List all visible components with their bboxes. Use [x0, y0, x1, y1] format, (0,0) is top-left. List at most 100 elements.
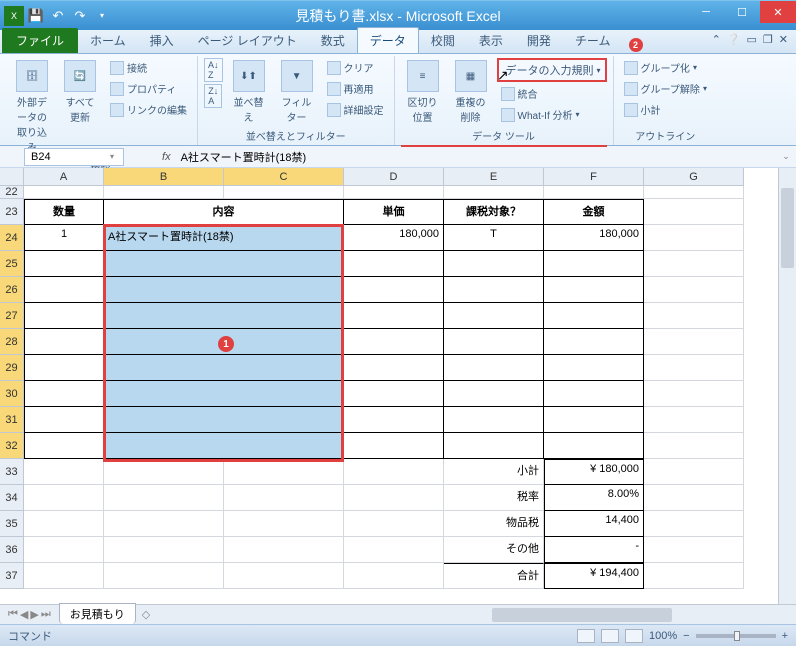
cell[interactable]: [344, 563, 444, 589]
vertical-scrollbar[interactable]: [778, 168, 796, 604]
cell[interactable]: 合計: [444, 563, 544, 589]
column-header-E[interactable]: E: [444, 168, 544, 186]
cell[interactable]: 14,400: [544, 511, 644, 537]
row-header-22[interactable]: 22: [0, 186, 24, 199]
cell[interactable]: 小計: [444, 459, 544, 485]
row-header-23[interactable]: 23: [0, 199, 24, 225]
cell[interactable]: [24, 355, 104, 381]
cell[interactable]: [344, 355, 444, 381]
cell[interactable]: [444, 381, 544, 407]
advanced-button[interactable]: 詳細設定: [323, 100, 388, 119]
cell[interactable]: [544, 329, 644, 355]
tab-data[interactable]: データ: [357, 27, 419, 53]
column-header-C[interactable]: C: [224, 168, 344, 186]
cell[interactable]: [444, 277, 544, 303]
reapply-button[interactable]: 再適用: [323, 79, 388, 98]
cell[interactable]: [544, 277, 644, 303]
tab-home[interactable]: ホーム: [78, 28, 138, 53]
properties-button[interactable]: プロパティ: [106, 79, 191, 98]
tab-insert[interactable]: 挿入: [138, 28, 186, 53]
cell[interactable]: [224, 485, 344, 511]
cell[interactable]: ¥ 194,400: [544, 563, 644, 589]
cell[interactable]: [644, 433, 744, 459]
sheet-tab-active[interactable]: お見積もり: [59, 603, 136, 624]
cell[interactable]: T: [444, 225, 544, 251]
column-header-G[interactable]: G: [644, 168, 744, 186]
zoom-level[interactable]: 100%: [649, 630, 677, 642]
cell[interactable]: A社スマート置時計(18禁): [104, 225, 344, 251]
cell[interactable]: [444, 433, 544, 459]
whatif-button[interactable]: What-If 分析▾: [497, 105, 607, 124]
cell[interactable]: [444, 329, 544, 355]
formula-input[interactable]: A社スマート置時計(18禁): [179, 147, 776, 167]
cell[interactable]: 内容: [104, 199, 344, 225]
zoom-out-button[interactable]: −: [683, 630, 689, 642]
cell[interactable]: [644, 563, 744, 589]
cell[interactable]: [544, 186, 644, 199]
normal-view-button[interactable]: [577, 629, 595, 643]
qat-more-icon[interactable]: ▾: [92, 6, 112, 26]
row-header-35[interactable]: 35: [0, 511, 24, 537]
window-min-icon[interactable]: ▭: [747, 33, 757, 46]
refresh-all-button[interactable]: 🔄すべて 更新: [58, 58, 102, 156]
cell[interactable]: [544, 251, 644, 277]
cell[interactable]: [24, 511, 104, 537]
cell[interactable]: [644, 225, 744, 251]
cell[interactable]: [24, 459, 104, 485]
horizontal-scrollbar[interactable]: [478, 607, 778, 623]
cell[interactable]: [344, 303, 444, 329]
cell[interactable]: -: [544, 537, 644, 563]
ungroup-button[interactable]: グループ解除▾: [620, 79, 711, 98]
cell[interactable]: [24, 537, 104, 563]
name-box[interactable]: [24, 148, 124, 166]
namebox-dropdown-icon[interactable]: ▾: [110, 152, 114, 161]
cell[interactable]: [344, 329, 444, 355]
window-close-icon[interactable]: ✕: [779, 33, 788, 46]
cell[interactable]: [344, 537, 444, 563]
row-header-36[interactable]: 36: [0, 537, 24, 563]
tab-layout[interactable]: ページ レイアウト: [186, 28, 309, 53]
tab-team[interactable]: チーム: [563, 28, 623, 53]
tab-formulas[interactable]: 数式: [309, 28, 357, 53]
cell[interactable]: [24, 563, 104, 589]
consolidate-button[interactable]: 統合: [497, 84, 607, 103]
cell[interactable]: [24, 303, 104, 329]
row-header-30[interactable]: 30: [0, 381, 24, 407]
subtotal-button[interactable]: 小計: [620, 100, 711, 119]
cell[interactable]: [644, 485, 744, 511]
cell[interactable]: [644, 407, 744, 433]
help-icon[interactable]: ❔: [727, 33, 741, 46]
cell[interactable]: 8.00%: [544, 485, 644, 511]
column-header-F[interactable]: F: [544, 168, 644, 186]
cell[interactable]: 単価: [344, 199, 444, 225]
row-header-31[interactable]: 31: [0, 407, 24, 433]
cell[interactable]: [644, 251, 744, 277]
cell[interactable]: [644, 277, 744, 303]
row-header-37[interactable]: 37: [0, 563, 24, 589]
cell[interactable]: [644, 303, 744, 329]
sheet-nav-arrows[interactable]: ⏮◀▶⏭: [8, 608, 51, 621]
cell[interactable]: 税率: [444, 485, 544, 511]
maximize-button[interactable]: ☐: [724, 1, 760, 23]
cell[interactable]: [344, 251, 444, 277]
row-header-28[interactable]: 28: [0, 329, 24, 355]
cell[interactable]: [344, 381, 444, 407]
cell[interactable]: [544, 407, 644, 433]
cell[interactable]: [104, 186, 224, 199]
cell[interactable]: [104, 563, 224, 589]
row-header-29[interactable]: 29: [0, 355, 24, 381]
cell[interactable]: [444, 251, 544, 277]
cell[interactable]: [224, 537, 344, 563]
row-header-33[interactable]: 33: [0, 459, 24, 485]
cell[interactable]: [104, 537, 224, 563]
data-validation-button[interactable]: データの入力規則▾: [497, 58, 607, 82]
cell[interactable]: [104, 407, 344, 433]
cell[interactable]: [544, 355, 644, 381]
row-header-24[interactable]: 24: [0, 225, 24, 251]
cell[interactable]: [444, 355, 544, 381]
cell[interactable]: [104, 459, 224, 485]
vertical-scroll-thumb[interactable]: [781, 188, 794, 268]
horizontal-scroll-thumb[interactable]: [492, 608, 672, 622]
cell[interactable]: [224, 459, 344, 485]
cell[interactable]: [344, 511, 444, 537]
